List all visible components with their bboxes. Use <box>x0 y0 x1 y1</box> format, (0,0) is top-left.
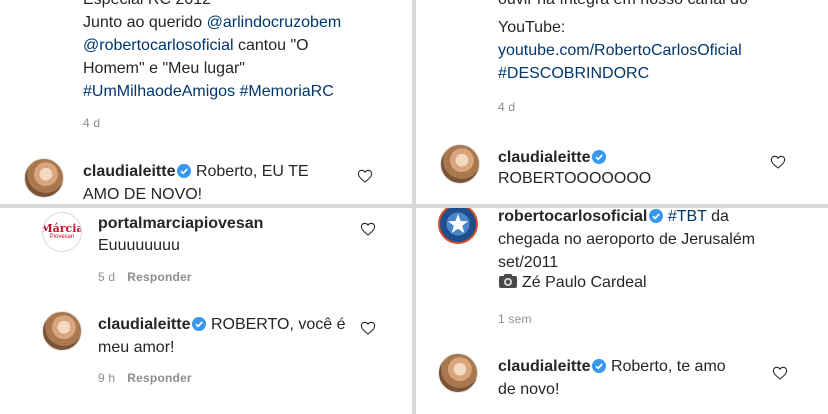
comments-panel-bottom-right: robertocarlosoficial #TBT da chegada no … <box>416 208 828 414</box>
caption-line: YouTube: <box>498 19 566 36</box>
username[interactable]: portalmarciapiovesan <box>98 212 263 235</box>
comment-text: ROBERTOOOOOOO <box>498 170 652 187</box>
avatar[interactable] <box>438 208 478 244</box>
reply-button[interactable]: Responder <box>127 270 191 284</box>
caption-line: Homem" e "Meu lugar" <box>83 60 245 77</box>
avatar[interactable] <box>24 158 64 198</box>
comments-panel-top-right: ouvir na íntegra em nosso canal do YouTu… <box>416 0 828 204</box>
hashtag-link[interactable]: #DESCOBRINDORC <box>498 62 649 85</box>
caption-line: Junto ao querido @arlindocruzobem <box>83 14 342 31</box>
avatar[interactable]: Márcia Piovesan <box>42 212 82 252</box>
post-time: 4 d <box>498 100 516 114</box>
verified-badge-icon <box>649 209 664 223</box>
avatar-logo-text: Márcia <box>42 222 82 235</box>
mention-link[interactable]: @arlindocruzobem <box>207 14 342 31</box>
caption-line: ouvir na íntegra em nosso canal do <box>498 0 748 11</box>
post-time: 4 d <box>83 116 101 130</box>
verified-badge-icon <box>592 150 607 164</box>
hashtag-link[interactable]: #MemoriaRC <box>240 83 334 100</box>
comment-text: claudialeitte <box>498 146 607 169</box>
avatar[interactable] <box>438 353 478 393</box>
avatar-logo-text: Piovesan <box>49 234 75 240</box>
post-time: 1 sem <box>498 312 532 326</box>
username[interactable]: claudialeitte <box>498 149 590 166</box>
heart-icon[interactable] <box>360 221 376 237</box>
username[interactable]: robertocarlosoficial <box>498 208 647 225</box>
star-icon <box>448 214 468 233</box>
heart-icon[interactable] <box>357 168 373 184</box>
camera-icon <box>499 274 517 288</box>
username[interactable]: claudialeitte <box>83 163 175 180</box>
comments-panel-bottom-left: Márcia Piovesan portalmarciapiovesan Euu… <box>0 208 412 414</box>
comment-text: AMO DE NOVO! <box>83 186 203 203</box>
avatar[interactable] <box>42 311 82 351</box>
comment-text: claudialeitte Roberto, te amo <box>498 358 726 375</box>
post-text: chegada no aeroporto de Jerusalém <box>498 231 756 248</box>
heart-icon[interactable] <box>770 154 786 170</box>
comments-panel-top-left: Especial RC 2012 Junto ao querido @arlin… <box>0 0 412 204</box>
verified-badge-icon <box>192 317 207 331</box>
comment-text: claudialeitte ROBERTO, você é <box>98 316 346 333</box>
heart-icon[interactable] <box>360 320 376 336</box>
verified-badge-icon <box>592 359 607 373</box>
caption-line: #UmMilhaodeAmigos #MemoriaRC <box>83 80 334 103</box>
youtube-link[interactable]: youtube.com/RobertoCarlosOficial <box>498 39 742 62</box>
photo-credit: Zé Paulo Cardeal <box>498 271 647 294</box>
reply-button[interactable]: Responder <box>127 371 191 385</box>
avatar[interactable] <box>440 144 480 184</box>
caption-line: Especial RC 2012 <box>83 0 211 11</box>
panel-divider <box>0 204 828 208</box>
comment-meta: 5 d Responder <box>98 270 192 284</box>
comment-text: meu amor! <box>98 339 175 356</box>
username[interactable]: claudialeitte <box>98 316 190 333</box>
hashtag-link[interactable]: #TBT <box>668 208 707 225</box>
comment-text: claudialeitte Roberto, EU TE <box>83 163 309 180</box>
comment-meta: 9 h Responder <box>98 371 192 385</box>
heart-icon[interactable] <box>772 365 788 381</box>
comment-text: Euuuuuuuu <box>98 237 180 254</box>
verified-badge-icon <box>177 164 192 178</box>
username[interactable]: claudialeitte <box>498 358 590 375</box>
post-text: robertocarlosoficial #TBT da <box>498 208 729 225</box>
hashtag-link[interactable]: #UmMilhaodeAmigos <box>83 83 235 100</box>
mention-link[interactable]: @robertocarlosoficial <box>83 37 234 54</box>
comment-text: de novo! <box>498 381 560 398</box>
caption-line: @robertocarlosoficial cantou "O <box>83 37 309 54</box>
